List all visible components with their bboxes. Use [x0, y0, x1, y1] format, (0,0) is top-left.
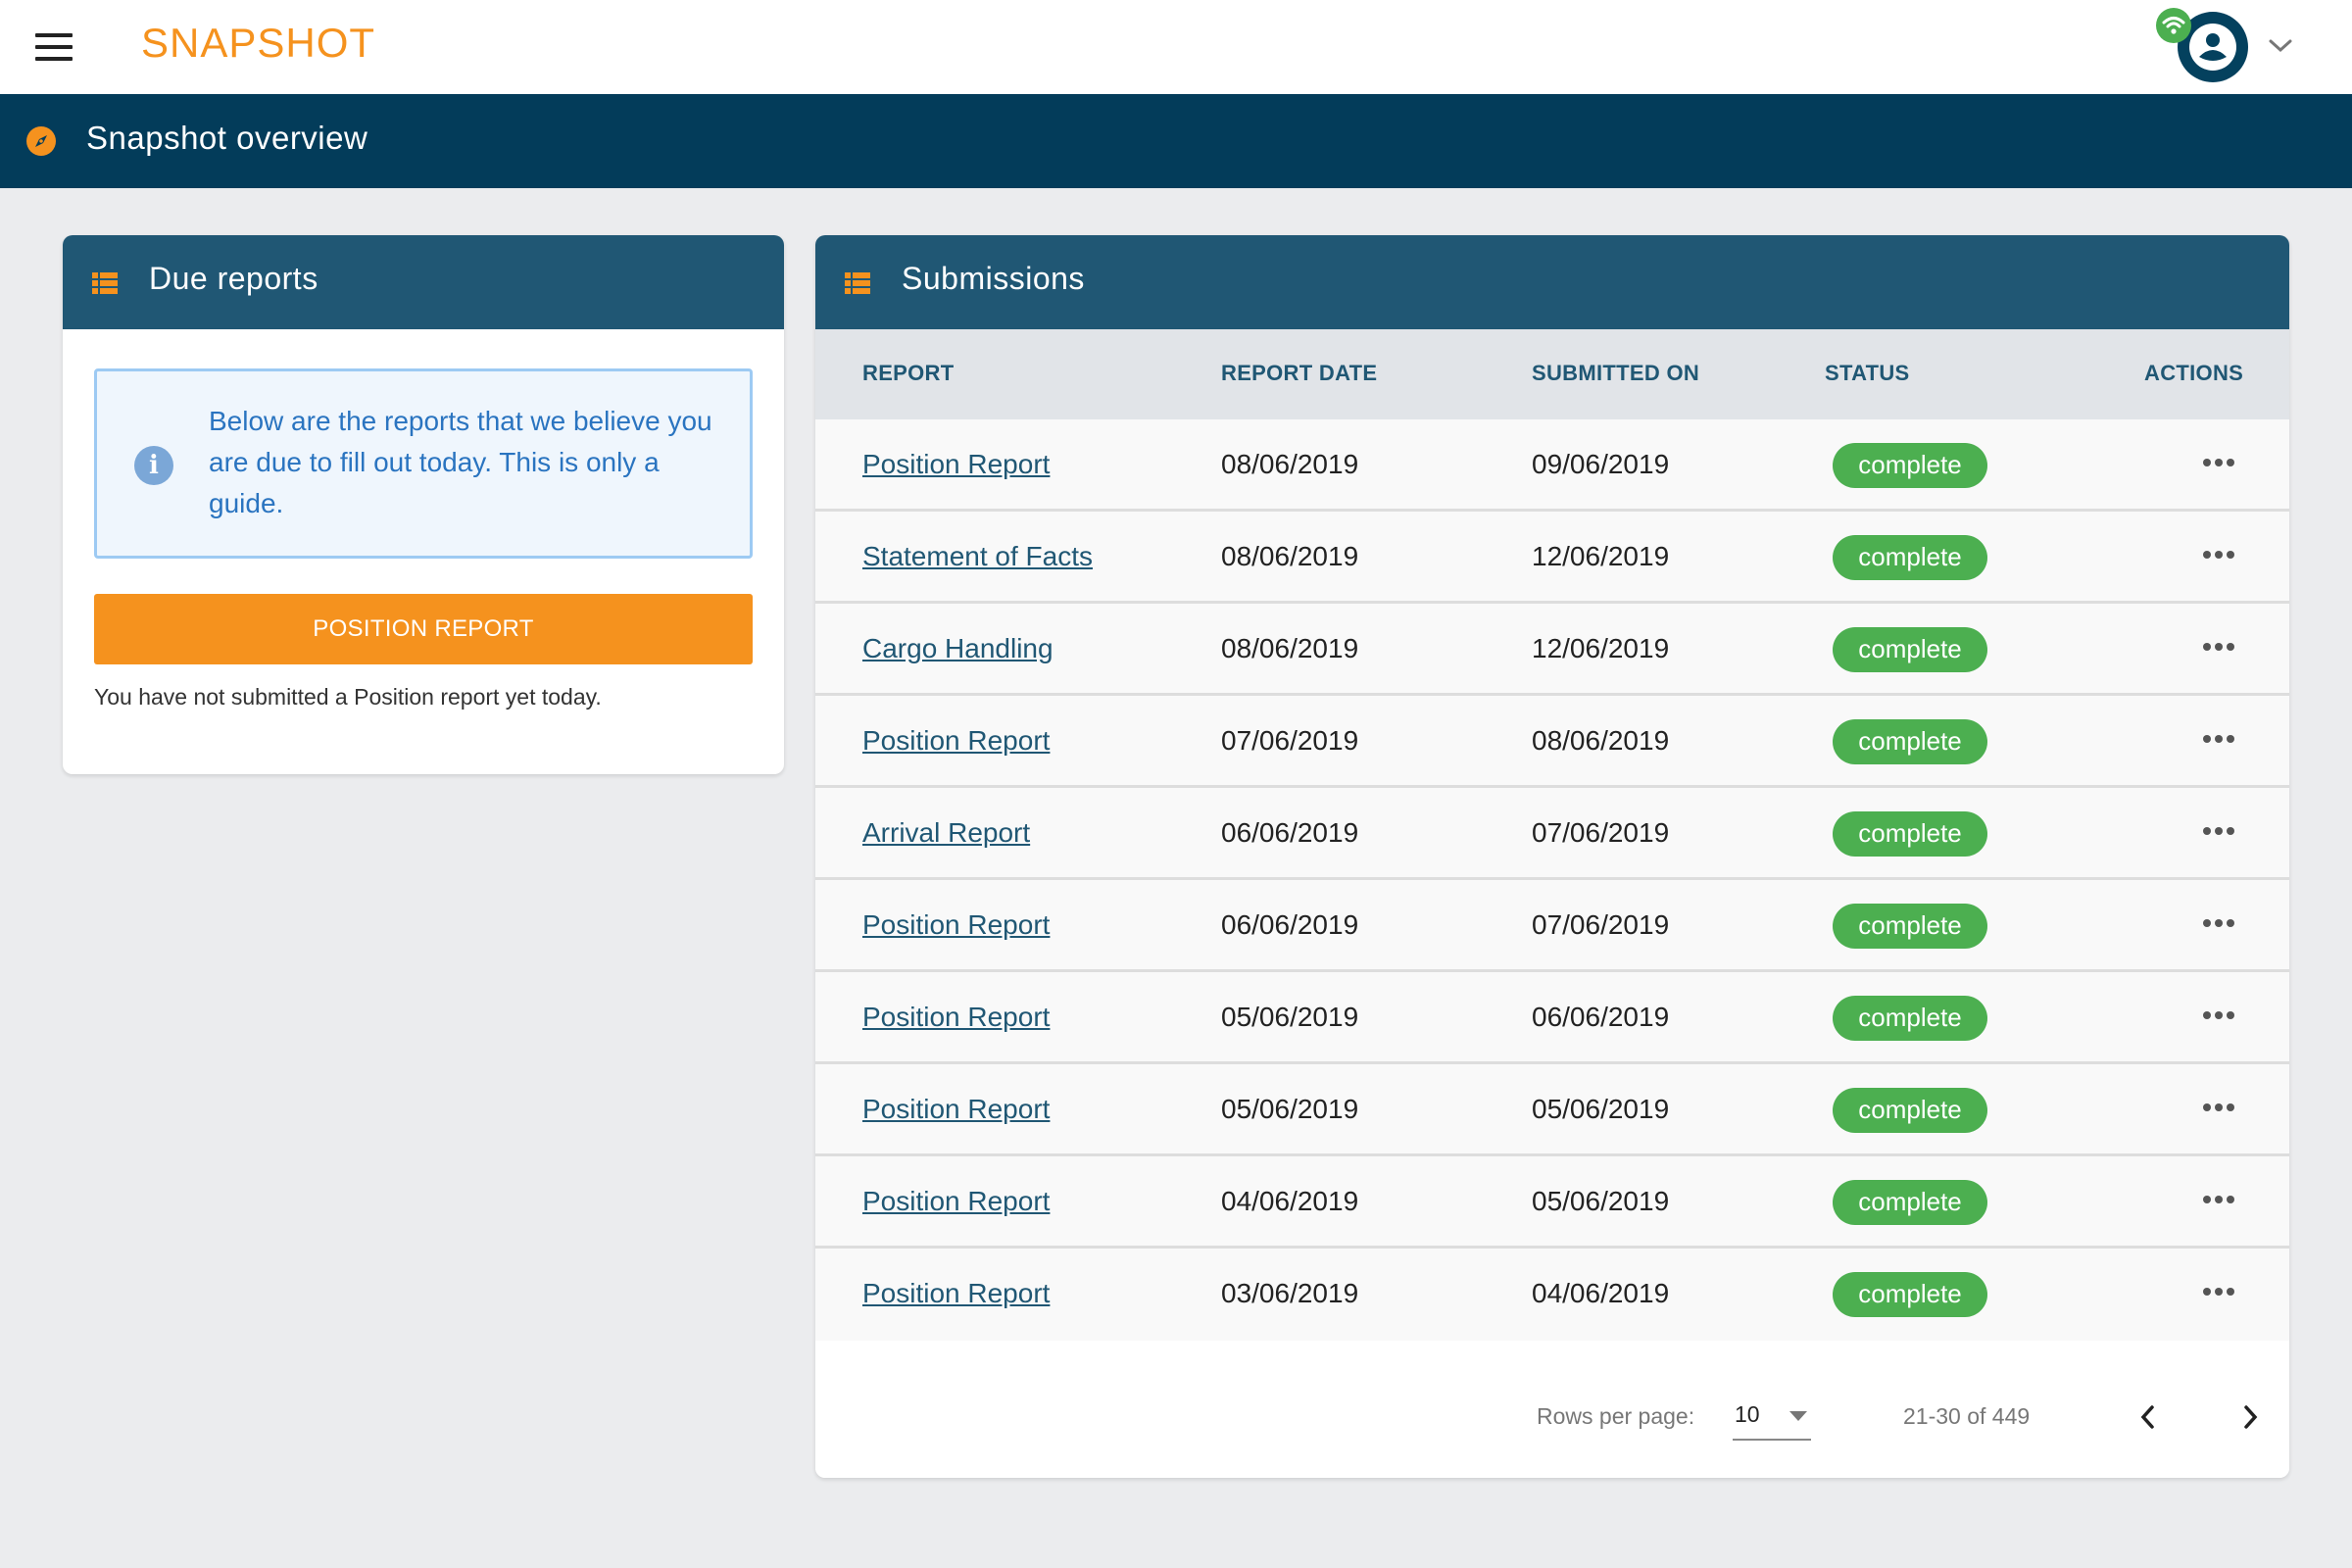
table-row: Position Report 03/06/2019 04/06/2019 compl…	[815, 1249, 2289, 1341]
report-link[interactable]: Arrival Report	[862, 817, 1030, 849]
table-row: Position Report 04/06/2019 05/06/2019 compl…	[815, 1156, 2289, 1249]
table-header: REPORT REPORT DATE SUBMITTED ON STATUS A…	[815, 329, 2289, 419]
chevron-down-icon[interactable]	[2266, 31, 2295, 61]
submitted-on: 05/06/2019	[1532, 1094, 1670, 1124]
rows-per-page-select[interactable]: 10	[1733, 1396, 1811, 1441]
chevron-right-icon	[2244, 1405, 2258, 1429]
list-icon	[845, 272, 870, 294]
report-link[interactable]: Position Report	[862, 1094, 1050, 1125]
submitted-on: 09/06/2019	[1532, 449, 1670, 479]
position-report-button[interactable]: POSITION REPORT	[94, 594, 753, 664]
compass-icon	[25, 125, 57, 157]
report-date: 03/06/2019	[1221, 1278, 1359, 1308]
page-title: Snapshot overview	[86, 120, 368, 156]
more-actions-icon[interactable]	[2201, 998, 2250, 1033]
submitted-on: 08/06/2019	[1532, 725, 1670, 756]
report-link[interactable]: Position Report	[862, 1186, 1050, 1217]
more-actions-icon[interactable]	[2201, 1274, 2250, 1309]
more-actions-icon[interactable]	[2201, 1090, 2250, 1125]
report-date: 08/06/2019	[1221, 541, 1359, 571]
table-row: Arrival Report 06/06/2019 07/06/2019 comple…	[815, 788, 2289, 880]
submitted-on: 07/06/2019	[1532, 909, 1670, 940]
more-actions-icon[interactable]	[2201, 813, 2250, 849]
status-badge: complete	[1833, 443, 1987, 488]
column-header-actions: ACTIONS	[2144, 361, 2244, 385]
submitted-on: 07/06/2019	[1532, 817, 1670, 848]
submitted-on: 12/06/2019	[1532, 541, 1670, 571]
report-link[interactable]: Position Report	[862, 725, 1050, 757]
table-row: Position Report 05/06/2019 06/06/2019 compl…	[815, 972, 2289, 1064]
more-actions-icon[interactable]	[2201, 445, 2250, 480]
table-pagination: Rows per page: 10 21-30 of 449	[815, 1360, 2289, 1478]
info-icon: i	[134, 446, 173, 485]
submitted-on: 05/06/2019	[1532, 1186, 1670, 1216]
wifi-icon	[2156, 8, 2191, 43]
report-link[interactable]: Cargo Handling	[862, 633, 1054, 664]
report-date: 04/06/2019	[1221, 1186, 1359, 1216]
more-actions-icon[interactable]	[2201, 906, 2250, 941]
next-page-button[interactable]	[2230, 1396, 2270, 1439]
chevron-left-icon	[2140, 1405, 2154, 1429]
column-header-report-date[interactable]: REPORT DATE	[1221, 361, 1377, 386]
due-reports-panel: Due reports i Below are the reports that…	[63, 235, 784, 774]
previous-page-button[interactable]	[2129, 1396, 2168, 1439]
status-badge: complete	[1833, 1088, 1987, 1133]
more-actions-icon[interactable]	[2201, 629, 2250, 664]
report-date: 06/06/2019	[1221, 909, 1359, 940]
submissions-panel: Submissions REPORT REPORT DATE SUBMITTED…	[815, 235, 2289, 1478]
rows-per-page-value: 10	[1735, 1401, 1760, 1427]
status-badge: complete	[1833, 1180, 1987, 1225]
pagination-range: 21-30 of 449	[1903, 1403, 2031, 1429]
caret-down-icon	[1789, 1411, 1807, 1421]
submitted-on: 12/06/2019	[1532, 633, 1670, 663]
table-row: Position Report 08/06/2019 09/06/2019 compl…	[815, 419, 2289, 512]
status-badge: complete	[1833, 811, 1987, 857]
status-badge: complete	[1833, 535, 1987, 580]
due-report-note: You have not submitted a Position report…	[94, 684, 602, 710]
submissions-title: Submissions	[902, 261, 1085, 296]
table-body: Position Report 08/06/2019 09/06/2019 compl…	[815, 419, 2289, 1341]
report-link[interactable]: Statement of Facts	[862, 541, 1093, 572]
table-row: Position Report 07/06/2019 08/06/2019 compl…	[815, 696, 2289, 788]
submissions-header: Submissions	[815, 235, 2289, 329]
status-badge: complete	[1833, 1272, 1987, 1317]
more-actions-icon[interactable]	[2201, 537, 2250, 572]
report-date: 06/06/2019	[1221, 817, 1359, 848]
user-account-button[interactable]	[2156, 8, 2264, 86]
table-row: Cargo Handling 08/06/2019 12/06/2019 comple…	[815, 604, 2289, 696]
submitted-on: 06/06/2019	[1532, 1002, 1670, 1032]
status-badge: complete	[1833, 627, 1987, 672]
status-badge: complete	[1833, 719, 1987, 764]
table-row: Position Report 06/06/2019 07/06/2019 compl…	[815, 880, 2289, 972]
table-row: Position Report 05/06/2019 05/06/2019 compl…	[815, 1064, 2289, 1156]
hamburger-menu-icon[interactable]	[35, 33, 73, 61]
report-link[interactable]: Position Report	[862, 909, 1050, 941]
list-icon	[92, 272, 118, 294]
brand-logo[interactable]: SNAPSHOT	[141, 20, 375, 67]
status-badge: complete	[1833, 904, 1987, 949]
info-alert-text: Below are the reports that we believe yo…	[209, 406, 712, 518]
due-reports-title: Due reports	[149, 261, 318, 296]
submitted-on: 04/06/2019	[1532, 1278, 1670, 1308]
rows-per-page-label: Rows per page:	[1537, 1403, 1695, 1429]
report-link[interactable]: Position Report	[862, 1002, 1050, 1033]
top-app-bar: SNAPSHOT	[0, 0, 2352, 94]
report-date: 08/06/2019	[1221, 449, 1359, 479]
report-date: 05/06/2019	[1221, 1002, 1359, 1032]
due-reports-header: Due reports	[63, 235, 784, 329]
report-link[interactable]: Position Report	[862, 449, 1050, 480]
column-header-report[interactable]: REPORT	[862, 361, 954, 386]
info-alert: i Below are the reports that we believe …	[94, 368, 753, 559]
column-header-status[interactable]: STATUS	[1825, 361, 1910, 386]
more-actions-icon[interactable]	[2201, 721, 2250, 757]
report-date: 08/06/2019	[1221, 633, 1359, 663]
status-badge: complete	[1833, 996, 1987, 1041]
more-actions-icon[interactable]	[2201, 1182, 2250, 1217]
report-link[interactable]: Position Report	[862, 1278, 1050, 1309]
table-row: Statement of Facts 08/06/2019 12/06/2019 co…	[815, 512, 2289, 604]
report-date: 07/06/2019	[1221, 725, 1359, 756]
report-date: 05/06/2019	[1221, 1094, 1359, 1124]
column-header-submitted-on[interactable]: SUBMITTED ON	[1532, 361, 1699, 386]
